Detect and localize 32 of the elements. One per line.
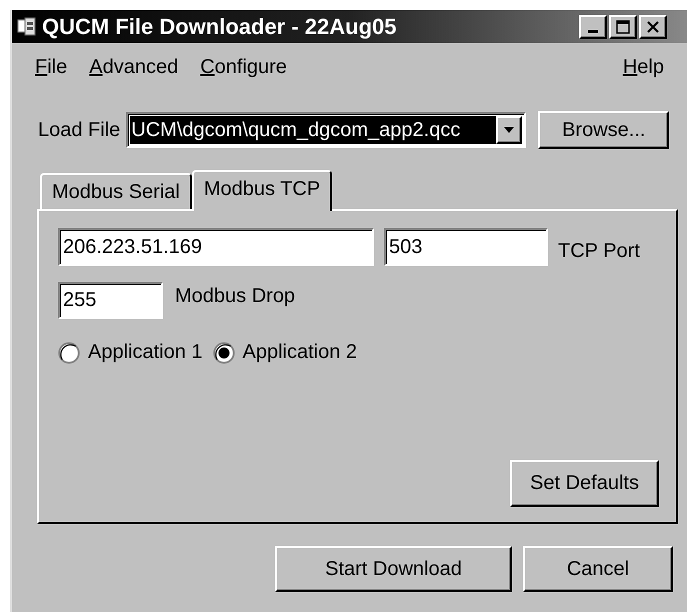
null[interactable]: Start Download [275,546,512,592]
ip-address-field[interactable]: 206.223.51.169 [58,228,374,266]
file-combo-box[interactable]: UCM\dgcom\qucm_dgcom_app2.qcc [126,112,526,148]
null[interactable]: Cancel [523,546,673,592]
menu-item[interactable]: File [24,56,78,78]
minimize-button[interactable] [579,14,607,38]
radio-button[interactable] [58,342,80,364]
window-title: QUCM File Downloader - 22Aug05 [42,14,398,40]
radio-button[interactable] [212,342,235,364]
menu-item[interactable]: Configure [189,56,298,78]
radio-label: Application 2 [242,341,358,364]
radio-label: Application 1 [88,341,203,364]
caret-icon [503,126,516,134]
modbus-drop-label: Modbus Drop [175,285,296,308]
set-defaults-button[interactable]: Set Defaults [510,460,659,507]
tab[interactable]: Modbus Serial [40,173,192,209]
maximize-button[interactable] [609,14,637,38]
load-file-label: Load File [38,118,120,142]
modbus-drop-field[interactable]: 255 [58,282,163,319]
menu-item[interactable]: Advanced [78,56,190,78]
file-path-value: UCM\dgcom\qucm_dgcom_app2.qcc [130,116,496,144]
tcp-port-field[interactable]: 503 [384,228,548,266]
app-icon [16,16,38,38]
close-button[interactable] [639,14,667,38]
dropdown-button[interactable] [496,116,522,144]
tcp-port-label: TCP Port [558,240,640,262]
tab[interactable]: Modbus TCP [192,170,332,211]
close-icon [646,20,660,34]
maximize-icon [616,20,630,34]
menu-item[interactable]: Help [612,56,675,78]
minimize-icon [588,30,598,33]
browse-button[interactable]: Browse... [538,111,670,149]
